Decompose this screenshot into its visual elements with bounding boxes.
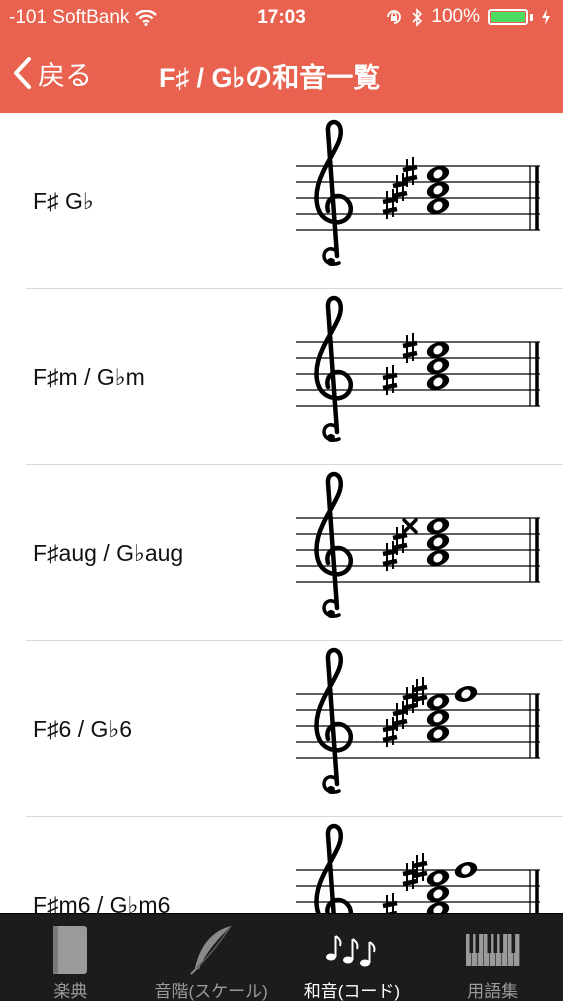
battery-percent: 100% xyxy=(431,6,480,27)
tab-glossary[interactable]: 用語集 xyxy=(422,914,563,1001)
chord-name: F♯m / G♭m xyxy=(33,363,145,390)
navigation-bar: 戻る F♯ / G♭の和音一覧 xyxy=(0,38,563,113)
chord-staff xyxy=(296,119,540,266)
chord-row[interactable]: F♯m / G♭m xyxy=(0,289,563,465)
chord-staff xyxy=(296,295,540,442)
tab-scale[interactable]: 音階(スケール) xyxy=(141,914,282,1001)
chord-staff xyxy=(296,471,540,618)
battery-cap xyxy=(530,13,533,21)
chord-row[interactable]: F♯m6 / G♭m6 xyxy=(0,817,563,913)
back-label: 戻る xyxy=(38,60,92,91)
double-sharp-accidental xyxy=(402,518,418,534)
tab-label: 用語集 xyxy=(467,982,519,1001)
tab-chord[interactable]: 和音(コード) xyxy=(282,914,423,1001)
back-button[interactable]: 戻る xyxy=(12,51,92,95)
treble-clef xyxy=(314,647,354,794)
chord-staff xyxy=(296,823,540,913)
chord-staff xyxy=(296,647,540,794)
chord-name: F♯ G♭ xyxy=(33,187,94,214)
sharp-accidental xyxy=(412,853,428,883)
music-notes-icon xyxy=(325,935,376,967)
status-right: 100% xyxy=(385,6,551,28)
treble-clef xyxy=(314,471,354,618)
sharp-accidental xyxy=(382,893,398,913)
bluetooth-icon xyxy=(412,7,423,27)
piano-keys-icon xyxy=(465,934,520,966)
chord-list: F♯ G♭ F♯m / G♭m F♯aug / G♭aug F♯6 / G♭6 … xyxy=(0,113,563,913)
treble-clef xyxy=(314,295,354,442)
battery-icon xyxy=(488,9,528,25)
chord-name: F♯aug / G♭aug xyxy=(33,539,184,566)
battery-level xyxy=(491,12,525,22)
chord-row[interactable]: F♯aug / G♭aug xyxy=(0,465,563,641)
book-icon xyxy=(53,926,88,974)
chord-name: F♯m6 / G♭m6 xyxy=(33,891,171,914)
chord-name: F♯6 / G♭6 xyxy=(33,715,133,742)
page-title: F♯ / G♭の和音一覧 xyxy=(159,63,381,93)
charging-icon xyxy=(542,9,550,25)
tab-label: 音階(スケール) xyxy=(154,982,268,1001)
chord-row[interactable]: F♯ G♭ xyxy=(0,113,563,289)
tab-gakuten[interactable]: 楽典 xyxy=(0,914,141,1001)
rotation-lock-icon xyxy=(387,10,402,24)
treble-clef xyxy=(314,119,354,266)
tab-bar: 楽典 音階(スケール) 和音(コード) 用語集 xyxy=(0,913,563,1001)
sharp-accidental xyxy=(412,677,428,707)
quill-icon xyxy=(190,925,232,975)
chevron-left-icon xyxy=(14,57,31,89)
tab-label: 楽典 xyxy=(53,982,88,1001)
status-bar: -101 SoftBank 17:03 100% xyxy=(0,0,563,38)
chord-row[interactable]: F♯6 / G♭6 xyxy=(0,641,563,817)
tab-label: 和音(コード) xyxy=(303,982,401,1001)
